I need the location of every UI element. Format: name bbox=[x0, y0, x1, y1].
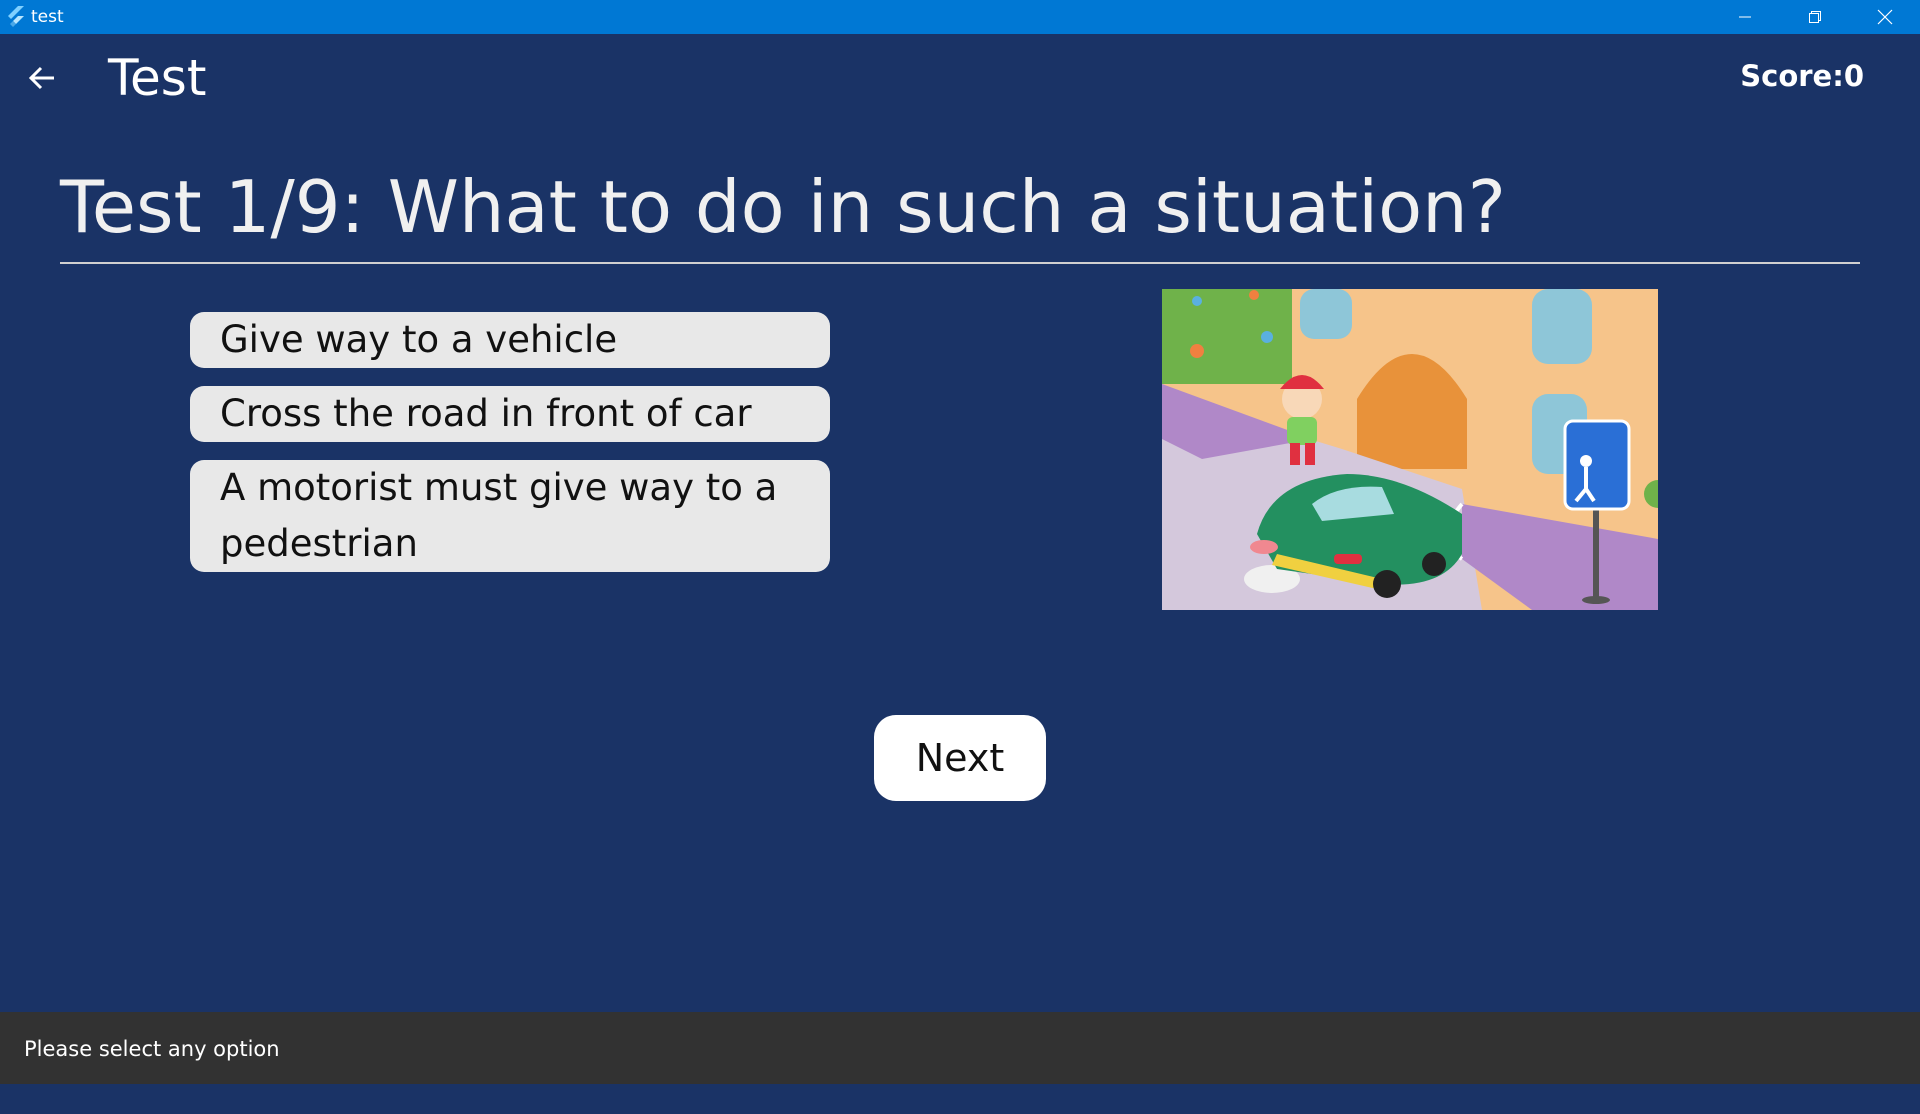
snackbar: Please select any option bbox=[0, 1012, 1920, 1084]
test-screen: Test Score:0 Test 1/9: What to do in suc… bbox=[0, 34, 1920, 1114]
next-button[interactable]: Next bbox=[874, 715, 1046, 801]
window-title: test bbox=[31, 7, 64, 27]
close-icon bbox=[1877, 9, 1893, 25]
answer-option[interactable]: Cross the road in front of car bbox=[190, 386, 830, 442]
question-title: Test 1/9: What to do in such a situation… bbox=[60, 165, 1506, 249]
score-label: Score:0 bbox=[1740, 59, 1864, 93]
minimize-button[interactable] bbox=[1710, 0, 1780, 34]
minimize-icon bbox=[1739, 16, 1751, 18]
arrow-back-icon bbox=[28, 66, 54, 90]
close-button[interactable] bbox=[1850, 0, 1920, 34]
back-button[interactable] bbox=[24, 60, 60, 96]
street-crossing-illustration bbox=[1162, 289, 1658, 610]
snackbar-message: Please select any option bbox=[24, 1037, 280, 1061]
appbar-title: Test bbox=[108, 49, 207, 107]
window-titlebar: test bbox=[0, 0, 1920, 34]
answer-option[interactable]: A motorist must give way to a pedestrian bbox=[190, 460, 830, 572]
answer-option[interactable]: Give way to a vehicle bbox=[190, 312, 830, 368]
bottom-edge bbox=[0, 1084, 1920, 1114]
restore-icon bbox=[1809, 11, 1821, 23]
restore-button[interactable] bbox=[1780, 0, 1850, 34]
divider bbox=[60, 262, 1860, 264]
flutter-logo-icon bbox=[6, 6, 26, 28]
